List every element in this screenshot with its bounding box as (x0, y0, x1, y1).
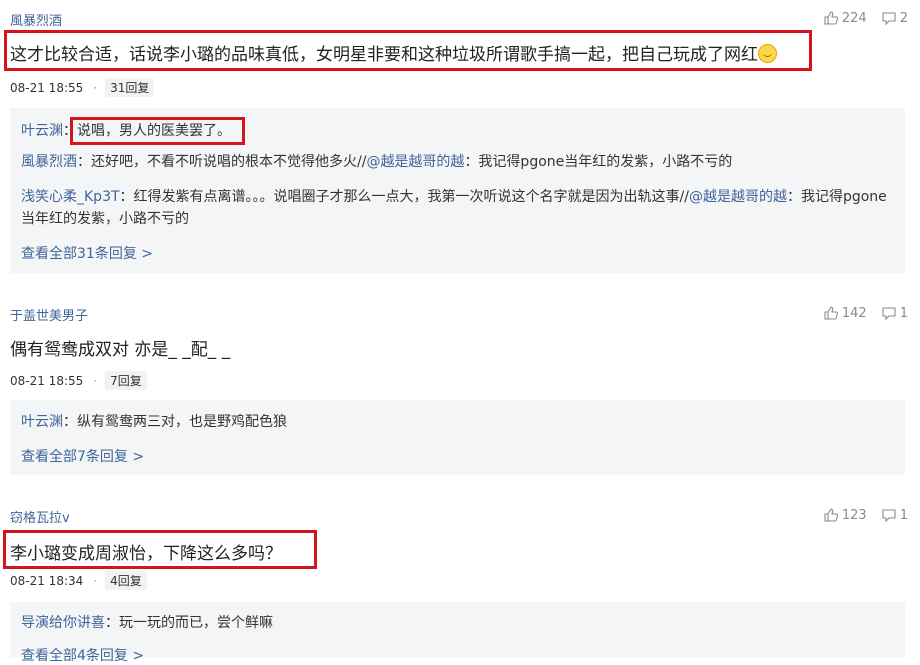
mention-link[interactable]: @越是越哥的越 (689, 189, 787, 205)
comment-actions: 142 1 (823, 305, 908, 321)
view-all-replies-link[interactable]: 查看全部7条回复 > (21, 446, 144, 466)
comment-meta: 08-21 18:34 · 4回复 (10, 571, 147, 590)
reply-text: ：我记得pgone当年红的发紫，小路不亏的 (464, 154, 733, 170)
reply-text: 红得发紫有点离谱。。。说唱圈子才那么一点大，我第一次听说这个名字就是因为出轨这事… (133, 189, 689, 205)
like-count: 142 (841, 305, 867, 321)
comment-user[interactable]: 于盖世美男子 (10, 305, 88, 324)
mention-link[interactable]: @越是越哥的越 (366, 154, 464, 170)
view-all-replies-link[interactable]: 查看全部31条回复 > (21, 243, 153, 263)
comment-text: 偶有鸳鸯成双对 亦是_ _配_ _ (10, 340, 231, 360)
comment-actions: 123 1 (823, 507, 908, 523)
comment-time: 08-21 18:55 (10, 373, 84, 388)
replies-panel: 导演给你讲喜：玩一玩的而已，尝个鲜嘛 查看全部4条回复 > (10, 602, 905, 664)
thumbs-up-icon (824, 508, 838, 522)
comment-bubble-icon (882, 307, 896, 321)
comment-3: 窃格瓦拉v 123 1 李小璐变成周淑怡，下降这么多吗？ 08-21 18:34… (0, 497, 920, 664)
reply-count: 1 (899, 507, 908, 523)
comment-2: 于盖世美男子 142 1 偶有鸳鸯成双对 亦是_ _配_ _ 08-21 18:… (0, 295, 920, 495)
comment-meta: 08-21 18:55 · 7回复 (10, 371, 147, 390)
comment-meta: 08-21 18:55 · 31回复 (10, 78, 155, 97)
comment-text: 这才比较合适，话说李小璐的品味真低，女明星非要和这种垃圾所谓歌手搞一起，把自己玩… (10, 40, 777, 65)
like-count: 123 (841, 507, 867, 523)
reply-item: 叶云渊：纵有鸳鸯两三对，也是野鸡配色狼 (21, 411, 897, 433)
comment-bubble-icon (882, 12, 896, 26)
reply-count: 1 (899, 305, 908, 321)
reply-count: 2 (899, 10, 908, 26)
thumbs-up-icon (824, 11, 838, 25)
reply-text: 纵有鸳鸯两三对，也是野鸡配色狼 (77, 414, 287, 430)
reply-item: 浅笑心柔_Kp3T：红得发紫有点离谱。。。说唱圈子才那么一点大，我第一次听说这个… (21, 186, 897, 230)
reply-count-badge[interactable]: 4回复 (105, 571, 147, 590)
view-all-replies-link[interactable]: 查看全部4条回复 > (21, 645, 144, 665)
reply-user[interactable]: 浅笑心柔_Kp3T (21, 189, 120, 205)
comment-1: 風暴烈酒 224 2 这才比较合适，话说李小璐的品味真低，女明星非要和这种垃圾所… (0, 0, 920, 290)
reply-sep: ： (77, 154, 91, 170)
reply-sep: ： (105, 615, 119, 631)
like-button[interactable]: 224 (823, 10, 867, 26)
reply-text: 说唱，男人的医美罢了。 (77, 123, 231, 139)
like-button[interactable]: 123 (823, 507, 867, 523)
reply-user[interactable]: 叶云渊 (21, 123, 63, 139)
comment-user[interactable]: 窃格瓦拉v (10, 507, 70, 526)
reply-text: 玩一玩的而已，尝个鲜嘛 (119, 615, 273, 631)
comment-text-content: 这才比较合适，话说李小璐的品味真低，女明星非要和这种垃圾所谓歌手搞一起，把自己玩… (10, 45, 758, 65)
reply-sep: ： (63, 414, 77, 430)
like-button[interactable]: 142 (823, 305, 867, 321)
reply-button[interactable]: 2 (881, 10, 908, 26)
reply-count-badge[interactable]: 31回复 (105, 78, 155, 97)
reply-item: 風暴烈酒：还好吧，不看不听说唱的根本不觉得他多火//@越是越哥的越：我记得pgo… (21, 151, 897, 173)
like-count: 224 (841, 10, 867, 26)
separator-dot: · (93, 573, 98, 588)
reply-user[interactable]: 导演给你讲喜 (21, 615, 105, 631)
reply-button[interactable]: 1 (881, 305, 908, 321)
separator-dot: · (93, 80, 98, 95)
replies-panel: 叶云渊：说唱，男人的医美罢了。 風暴烈酒：还好吧，不看不听说唱的根本不觉得他多火… (10, 108, 905, 273)
comment-user[interactable]: 風暴烈酒 (10, 10, 62, 29)
comment-text: 李小璐变成周淑怡，下降这么多吗？ (10, 544, 282, 564)
reply-user[interactable]: 叶云渊 (21, 414, 63, 430)
reply-item: 导演给你讲喜：玩一玩的而已，尝个鲜嘛 (21, 612, 897, 634)
comment-time: 08-21 18:34 (10, 573, 84, 588)
comment-bubble-icon (882, 509, 896, 523)
reply-text: 还好吧，不看不听说唱的根本不觉得他多火// (91, 154, 367, 170)
reply-item: 叶云渊：说唱，男人的医美罢了。 (21, 120, 897, 142)
comment-time: 08-21 18:55 (10, 80, 84, 95)
reply-sep: ： (119, 189, 134, 205)
comment-actions: 224 2 (823, 10, 908, 26)
smile-emoji-icon (758, 44, 777, 63)
reply-user[interactable]: 風暴烈酒 (21, 154, 77, 170)
replies-panel: 叶云渊：纵有鸳鸯两三对，也是野鸡配色狼 查看全部7条回复 > (10, 400, 905, 475)
reply-button[interactable]: 1 (881, 507, 908, 523)
reply-count-badge[interactable]: 7回复 (105, 371, 147, 390)
reply-sep: ： (63, 123, 77, 139)
thumbs-up-icon (824, 306, 838, 320)
separator-dot: · (93, 373, 98, 388)
